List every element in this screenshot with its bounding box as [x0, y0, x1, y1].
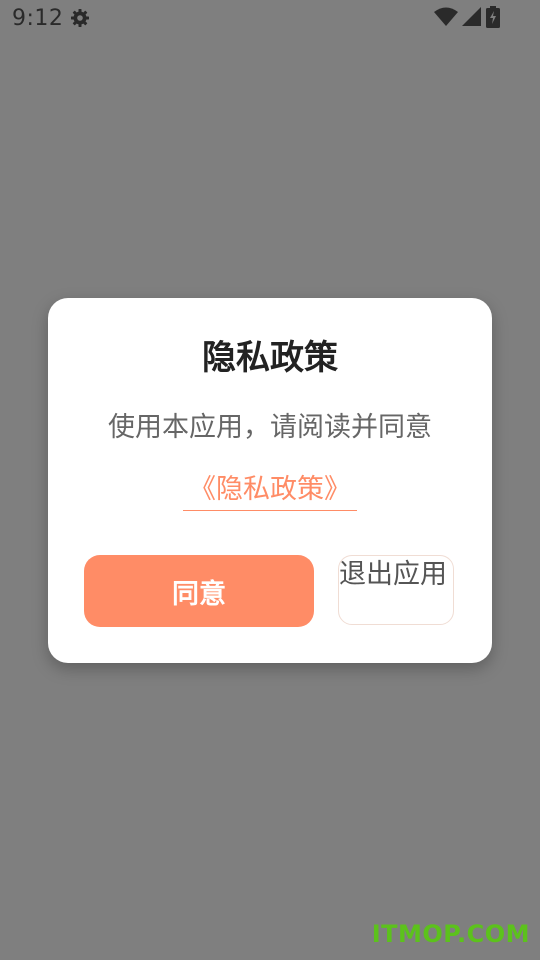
status-bar: 9:12	[0, 0, 540, 38]
exit-app-button-label: 退出应用	[339, 559, 447, 590]
battery-icon	[486, 6, 500, 32]
agree-button-label: 同意	[172, 578, 226, 610]
agree-button[interactable]: 同意	[84, 555, 314, 627]
wifi-icon	[434, 7, 458, 31]
dialog-title: 隐私政策	[202, 338, 338, 378]
watermark: ITMOP.COM	[371, 920, 530, 948]
status-time: 9:12	[12, 6, 64, 31]
gear-icon	[70, 8, 90, 28]
exit-app-button[interactable]: 退出应用	[338, 555, 454, 625]
privacy-policy-link[interactable]: 《隐私政策》	[183, 470, 357, 511]
signal-icon	[462, 7, 482, 31]
dialog-message: 使用本应用，请阅读并同意	[108, 412, 432, 443]
status-icons	[434, 6, 500, 32]
privacy-dialog: 隐私政策 使用本应用，请阅读并同意 《隐私政策》 同意 退出应用	[48, 298, 492, 663]
